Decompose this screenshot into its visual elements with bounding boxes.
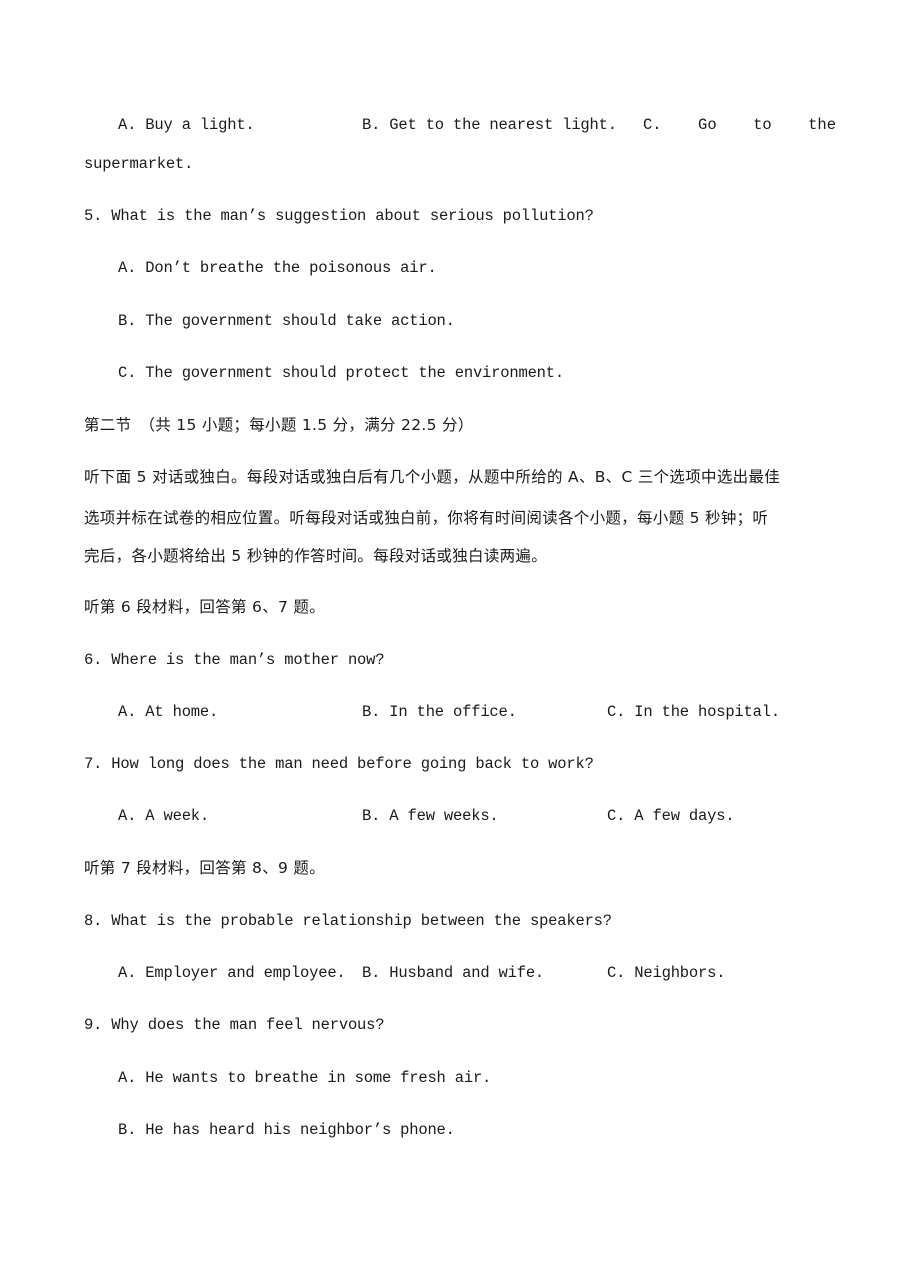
q6-option-c: C. In the hospital. [607,703,780,721]
q9-option-a: A. He wants to breathe in some fresh air… [118,1069,492,1087]
q4-option-c-label: C. [643,116,662,134]
q6-question: 6. Where is the man’s mother now? [84,651,385,669]
material-7-heading: 听第 7 段材料，回答第 8、9 题。 [84,859,325,877]
q5-question: 5. What is the man’s suggestion about se… [84,207,594,225]
q7-option-a: A. A week. [118,807,210,825]
q9-question: 9. Why does the man feel nervous? [84,1016,385,1034]
section-heading: 第二节 （共 15 小题；每小题 1.5 分，满分 22.5 分） [84,416,474,434]
q6-option-a: A. At home. [118,703,219,721]
q8-option-c: C. Neighbors. [607,964,726,982]
q8-option-b: B. Husband and wife. [362,964,545,982]
q6-options-row: A. At home. B. In the office. C. In the … [0,702,920,722]
q8-option-a: A. Employer and employee. [118,964,346,982]
q4-option-b: B. Get to the nearest light. [362,116,617,134]
q8-options-row: A. Employer and employee. B. Husband and… [0,963,920,983]
q5-option-c: C. The government should protect the env… [118,364,564,382]
q6-option-b: B. In the office. [362,703,517,721]
q4-option-a: A. Buy a light. [118,116,255,134]
q7-option-b: B. A few weeks. [362,807,499,825]
q9-option-b: B. He has heard his neighbor’s phone. [118,1121,455,1139]
q4-option-c-word: Go [698,116,717,134]
section-instructions-line: 选项并标在试卷的相应位置。听每段对话或独白前，你将有时间阅读各个小题，每小题 5… [84,509,769,527]
section-instructions-line: 听下面 5 对话或独白。每段对话或独白后有几个小题，从题中所给的 A、B、C 三… [84,468,781,486]
q4-option-c-word: to [753,116,772,134]
q4-options-row: A. Buy a light. B. Get to the nearest li… [0,115,920,135]
q7-question: 7. How long does the man need before goi… [84,755,594,773]
section-instructions-line: 完后，各小题将给出 5 秒钟的作答时间。每段对话或独白读两遍。 [84,547,548,565]
q5-option-b: B. The government should take action. [118,312,455,330]
q8-question: 8. What is the probable relationship bet… [84,912,612,930]
q5-option-a: A. Don’t breathe the poisonous air. [118,259,437,277]
q7-options-row: A. A week. B. A few weeks. C. A few days… [0,806,920,826]
q7-option-c: C. A few days. [607,807,735,825]
q4-option-c-justified: C. Go to the [643,115,836,135]
q4-option-c-continuation: supermarket. [84,155,194,173]
material-6-heading: 听第 6 段材料，回答第 6、7 题。 [84,598,325,616]
q4-option-c-word: the [808,116,836,134]
